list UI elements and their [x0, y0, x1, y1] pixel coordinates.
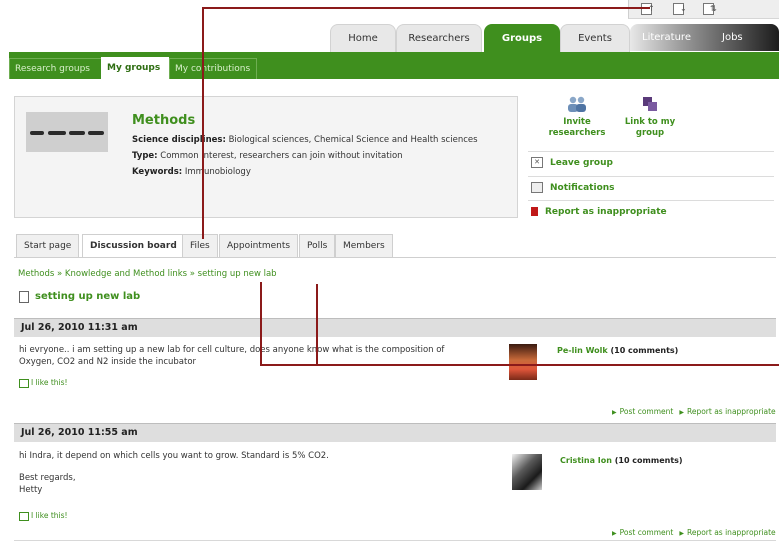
tab-members[interactable]: Members — [335, 234, 393, 257]
annotation-line — [316, 284, 318, 366]
divider — [14, 540, 776, 541]
subtab-my-contributions[interactable]: My contributions — [169, 58, 257, 79]
post-comment-link[interactable]: Post comment — [620, 407, 674, 416]
invite-researchers-icon — [568, 96, 586, 112]
group-info-card: Methods Science disciplines: Biological … — [14, 96, 518, 218]
post-links: ▶ Post comment ▶ Report as inappropriate — [612, 407, 776, 416]
group-keywords: Keywords: Immunobiology — [132, 167, 251, 177]
notification-icon — [531, 182, 543, 193]
tab-appointments[interactable]: Appointments — [219, 234, 299, 257]
post-date-bar: Jul 26, 2010 11:55 am — [14, 423, 776, 442]
tab-files[interactable]: Files — [182, 234, 218, 257]
leave-group-button[interactable]: ✕ Leave group — [528, 151, 774, 176]
link-group-icon — [643, 97, 657, 111]
avatar[interactable] — [509, 344, 537, 380]
annotation-line — [260, 364, 779, 366]
nav-tab-researchers[interactable]: Researchers — [396, 24, 482, 52]
annotation-line — [260, 282, 262, 366]
page-import-icon[interactable]: ↓ — [673, 3, 687, 15]
author-link[interactable]: Pe-lin Wolk — [557, 346, 608, 355]
tab-polls[interactable]: Polls — [299, 234, 336, 257]
group-disciplines: Science disciplines: Biological sciences… — [132, 135, 478, 145]
thumbs-up-icon — [19, 511, 29, 521]
report-group-button[interactable]: Report as inappropriate — [528, 200, 774, 225]
group-type: Type: Common interest, researchers can j… — [132, 151, 403, 161]
close-box-icon: ✕ — [531, 157, 543, 168]
tab-divider — [14, 257, 776, 258]
annotation-line — [202, 7, 204, 239]
group-title: Methods — [132, 113, 196, 128]
post-comment-link[interactable]: Post comment — [620, 528, 674, 537]
nav-tab-jobs[interactable]: Jobs — [722, 24, 743, 51]
like-button[interactable]: I like this! — [19, 511, 68, 521]
breadcrumb[interactable]: Methods » Knowledge and Method links » s… — [18, 269, 277, 279]
nav-tab-literature-jobs: Literature Jobs — [630, 24, 779, 51]
author-link[interactable]: Cristina Ion — [560, 456, 612, 465]
nav-tab-home[interactable]: Home — [330, 24, 396, 52]
page-sort-icon[interactable]: ⇅ — [703, 3, 717, 15]
like-button[interactable]: I like this! — [19, 378, 68, 388]
nav-tab-groups[interactable]: Groups — [484, 24, 560, 52]
notifications-button[interactable]: Notifications — [528, 176, 774, 201]
avatar[interactable] — [512, 454, 542, 490]
thumbs-up-icon — [19, 378, 29, 388]
post-text: hi Indra, it depend on which cells you w… — [19, 451, 329, 495]
page-tools: ↑ ↓ ⇅ — [628, 0, 779, 19]
report-post-link[interactable]: Report as inappropriate — [687, 407, 776, 416]
tab-start-page[interactable]: Start page — [16, 234, 80, 257]
subtab-my-groups[interactable]: My groups — [101, 57, 169, 80]
subtab-research-groups[interactable]: Research groups — [9, 58, 103, 79]
topic-document-icon — [19, 291, 29, 303]
nav-tab-events[interactable]: Events — [560, 24, 630, 52]
invite-researchers-button[interactable]: Invite researchers — [547, 95, 607, 139]
subnav-bar: Research groups My groups My contributio… — [9, 52, 779, 80]
post-links: ▶ Post comment ▶ Report as inappropriate — [612, 528, 776, 537]
report-post-link[interactable]: Report as inappropriate — [687, 528, 776, 537]
nav-tab-literature[interactable]: Literature — [642, 32, 691, 43]
group-thumbnail — [26, 112, 108, 152]
annotation-line — [202, 7, 650, 9]
post-date-bar: Jul 26, 2010 11:31 am — [14, 318, 776, 337]
topic-title: setting up new lab — [35, 291, 141, 302]
link-to-my-group-button[interactable]: Link to my group — [620, 95, 680, 139]
tab-discussion-board[interactable]: Discussion board — [82, 234, 185, 258]
post-author: Cristina Ion (10 comments) — [560, 456, 683, 465]
red-flag-icon — [531, 207, 538, 216]
post-author: Pe-lin Wolk (10 comments) — [557, 346, 679, 355]
